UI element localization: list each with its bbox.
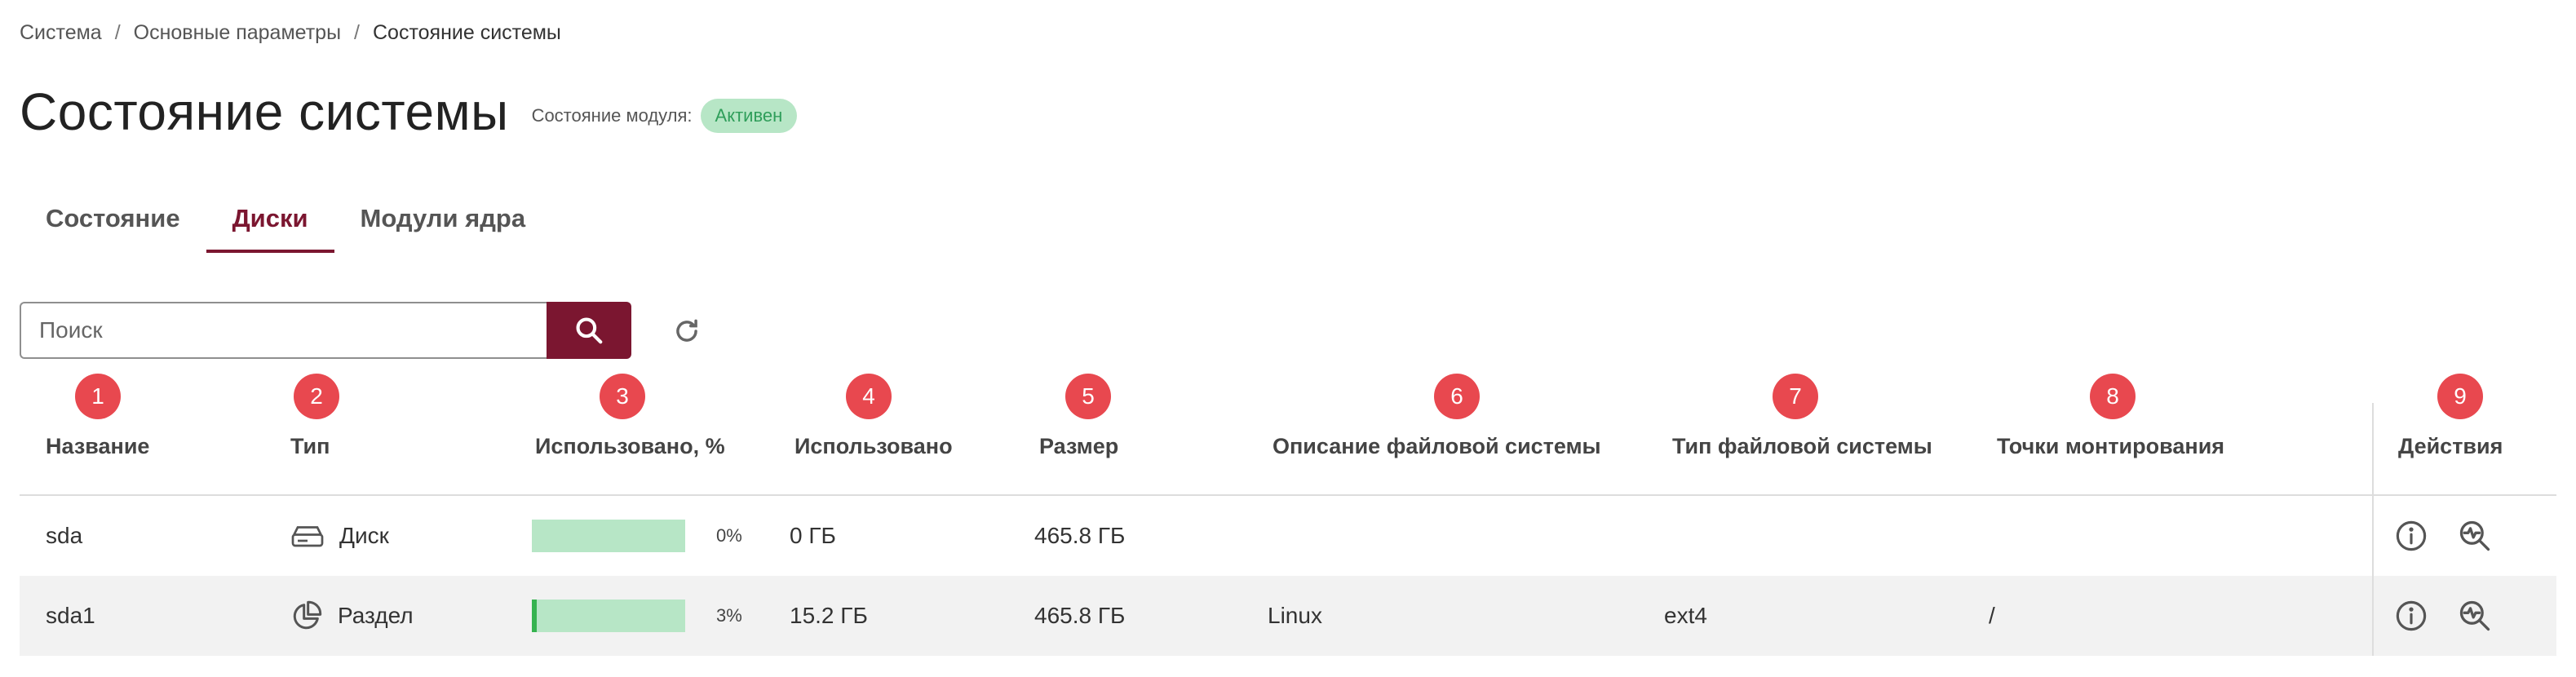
column-header-name[interactable]: Название	[46, 434, 149, 459]
column-header-fs-description[interactable]: Описание файловой системы	[1273, 434, 1601, 459]
tab-kernel-modules[interactable]: Модули ядра	[334, 192, 552, 253]
cell-type: Раздел	[290, 576, 414, 656]
page-title: Состояние системы	[20, 82, 509, 141]
tab-state[interactable]: Состояние	[20, 192, 206, 253]
module-state: Состояние модуля: Активен	[532, 99, 798, 133]
info-icon[interactable]	[2393, 518, 2429, 554]
usage-percent-label: 3%	[716, 605, 742, 626]
cell-fs-description: Linux	[1268, 603, 1322, 628]
tab-bar: Состояние Диски Модули ядра	[20, 192, 551, 253]
usage-bar-fill	[532, 600, 537, 632]
breadcrumb: Система / Основные параметры / Состояние…	[20, 21, 561, 45]
usage-bar	[532, 600, 685, 632]
cell-actions	[2393, 576, 2493, 656]
disks-table: Название Тип Использовано, % Использован…	[20, 403, 2556, 656]
refresh-button[interactable]	[671, 315, 703, 347]
column-header-mount-points[interactable]: Точки монтирования	[1997, 434, 2224, 459]
cell-mount-points: /	[1989, 603, 1995, 628]
cell-name: sda	[46, 523, 83, 548]
search-input[interactable]	[20, 302, 547, 359]
hard-drive-icon	[290, 523, 325, 549]
cell-used: 15.2 ГБ	[790, 603, 868, 628]
column-header-fs-type[interactable]: Тип файловой системы	[1672, 434, 1932, 459]
usage-percent-label: 0%	[716, 525, 742, 546]
tab-disks[interactable]: Диски	[206, 192, 334, 253]
search-bar	[20, 302, 631, 359]
cell-type-label: Диск	[339, 523, 389, 548]
cell-type-label: Раздел	[338, 603, 414, 628]
table-row[interactable]: sda Диск 0% 0 ГБ 465.8 ГБ	[20, 496, 2556, 576]
actions-column-divider	[2372, 403, 2374, 656]
usage-bar	[532, 520, 685, 552]
breadcrumb-item-main-settings[interactable]: Основные параметры	[134, 21, 341, 45]
search-button[interactable]	[547, 302, 631, 359]
cell-actions	[2393, 496, 2493, 576]
column-header-used[interactable]: Использовано	[794, 434, 953, 459]
monitor-activity-icon[interactable]	[2457, 518, 2493, 554]
table-row[interactable]: sda1 Раздел 3% 15.2 ГБ 465.8 ГБ Linux ex…	[20, 576, 2556, 656]
info-icon[interactable]	[2393, 598, 2429, 634]
breadcrumb-item-system[interactable]: Система	[20, 21, 102, 45]
search-icon	[573, 315, 604, 346]
cell-size: 465.8 ГБ	[1034, 523, 1126, 548]
pie-chart-icon	[290, 600, 323, 632]
column-header-actions: Действия	[2398, 434, 2503, 458]
status-badge: Активен	[700, 99, 798, 133]
cell-used: 0 ГБ	[790, 523, 836, 548]
monitor-activity-icon[interactable]	[2457, 598, 2493, 634]
breadcrumb-separator: /	[114, 21, 121, 44]
cell-name: sda1	[46, 603, 95, 628]
breadcrumb-separator: /	[354, 21, 360, 44]
cell-used-percent: 3%	[532, 576, 742, 656]
module-state-label: Состояние модуля:	[531, 105, 693, 126]
breadcrumb-item-current: Состояние системы	[373, 21, 561, 44]
cell-size: 465.8 ГБ	[1034, 603, 1126, 628]
cell-fs-type: ext4	[1664, 603, 1707, 628]
column-header-used-percent[interactable]: Использовано, %	[535, 434, 725, 459]
column-header-size[interactable]: Размер	[1039, 434, 1118, 459]
cell-type: Диск	[290, 496, 389, 576]
cell-used-percent: 0%	[532, 496, 742, 576]
table-header: Название Тип Использовано, % Использован…	[20, 403, 2556, 496]
refresh-icon	[671, 316, 702, 347]
title-row: Состояние системы Состояние модуля: Акти…	[20, 82, 798, 142]
column-header-type[interactable]: Тип	[290, 434, 330, 459]
